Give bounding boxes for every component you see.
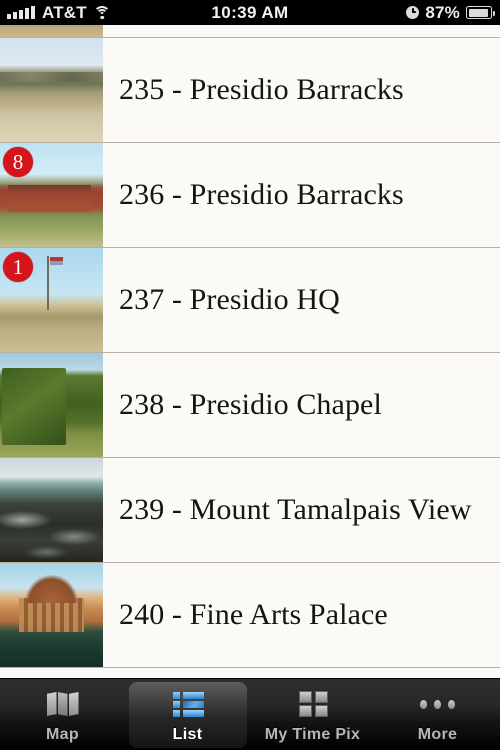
thumbnail[interactable] (0, 458, 103, 562)
table-row[interactable]: 8 236 - Presidio Barracks (0, 143, 500, 248)
table-row[interactable]: 238 - Presidio Chapel (0, 353, 500, 458)
list-item-label: 235 - Presidio Barracks (119, 73, 404, 107)
list-item-label: 237 - Presidio HQ (119, 283, 340, 317)
status-bar: AT&T 10:39 AM 87% (0, 0, 500, 25)
list-item-partial[interactable] (0, 25, 500, 38)
thumbnail[interactable] (0, 38, 103, 142)
table-row[interactable]: 239 - Mount Tamalpais View (0, 458, 500, 563)
status-bar-right: 87% (406, 2, 495, 23)
tab-my-time-pix[interactable]: My Time Pix (250, 679, 375, 750)
photo-list[interactable]: 235 - Presidio Barracks 8 236 - Presidio… (0, 25, 500, 678)
table-row[interactable]: 1 237 - Presidio HQ (0, 248, 500, 353)
tab-map-label: Map (46, 726, 79, 743)
clock-icon (406, 6, 420, 19)
list-item-label: 236 - Presidio Barracks (119, 178, 404, 212)
more-icon (419, 689, 456, 719)
thumbnail-image (0, 353, 103, 457)
list-icon (170, 689, 206, 719)
list-item-label: 239 - Mount Tamalpais View (119, 493, 472, 527)
thumbnail[interactable]: 1 (0, 248, 103, 352)
table-row[interactable]: 240 - Fine Arts Palace (0, 563, 500, 668)
battery-icon (466, 6, 495, 19)
tab-list[interactable]: List (125, 679, 250, 750)
list-item-label: 238 - Presidio Chapel (119, 388, 382, 422)
thumbnail[interactable]: 8 (0, 143, 103, 247)
tab-bar: Map List My Time Pix More (0, 678, 500, 750)
map-icon (45, 689, 81, 719)
tab-more[interactable]: More (375, 679, 500, 750)
tab-map[interactable]: Map (0, 679, 125, 750)
status-badge: 8 (3, 147, 33, 177)
tab-list-label: List (172, 726, 203, 743)
iphone-screen: AT&T 10:39 AM 87% 235 - Presidio Barrack… (0, 0, 500, 750)
thumbnail-image (0, 25, 103, 37)
status-badge: 1 (3, 252, 33, 282)
thumbnail-image (0, 38, 103, 142)
thumbnail[interactable] (0, 563, 103, 667)
thumbnail-image (0, 563, 103, 667)
grid-icon (295, 689, 331, 719)
thumbnail[interactable] (0, 353, 103, 457)
thumbnail (0, 25, 103, 37)
battery-percent-label: 87% (425, 2, 460, 22)
list-item-label: 240 - Fine Arts Palace (119, 598, 388, 632)
tab-more-label: More (417, 726, 458, 743)
tab-my-time-pix-label: My Time Pix (264, 726, 361, 743)
thumbnail-image (0, 458, 103, 562)
table-row[interactable]: 235 - Presidio Barracks (0, 38, 500, 143)
